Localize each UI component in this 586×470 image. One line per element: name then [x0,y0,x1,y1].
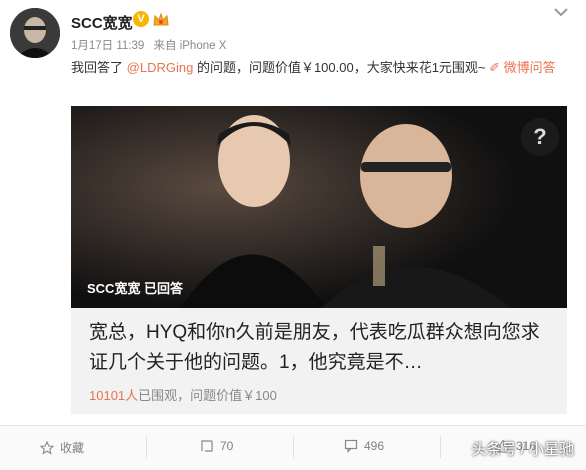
divider [440,436,441,458]
star-icon [40,440,54,455]
verified-icon: V [133,11,149,27]
card-photo[interactable]: ? SCC宽宽 已回答 [71,106,567,308]
repost-button[interactable]: 70 [200,439,233,453]
photo-caption: SCC宽宽 已回答 [87,281,184,296]
question-text[interactable]: 宽总，HYQ和你n久前是朋友，代表吃瓜群众想向您求证几个关于他的问题。1，他究竟… [89,318,555,378]
divider [146,436,147,458]
comment-button[interactable]: 496 [344,439,384,453]
post-meta: 1月17日 11:39 来自 iPhone X [71,37,232,53]
post-source[interactable]: 来自 iPhone X [154,40,227,52]
crown-icon[interactable] [152,12,170,28]
viewer-count: 10101人 [89,388,139,403]
comment-icon [344,439,358,453]
repost-icon [201,440,213,452]
question-icon[interactable]: ? [521,118,559,156]
watermark: 头条号 / 小星驰 [471,441,574,458]
post-text-suffix: 的问题，问题价值￥100.00，大家快来花1元围观~ [196,60,486,75]
divider [293,436,294,458]
comment-count: 496 [364,439,385,453]
avatar[interactable] [10,8,60,58]
card-stats: 10101人已围观，问题价值￥100 [89,385,277,404]
viewer-suffix: 已围观，问题价值￥100 [138,388,277,403]
mention-link[interactable]: @LDRGing [127,60,194,75]
qa-card[interactable]: ? SCC宽宽 已回答 宽总，HYQ和你n久前是朋友，代表吃瓜群众想向您求证几个… [71,106,567,414]
post-text-prefix: 我回答了 [71,60,124,75]
favorite-label: 收藏 [60,441,85,455]
username[interactable]: SCC宽宽 [71,12,133,33]
repost-count: 70 [220,439,234,453]
weibo-qa-link[interactable]: ✐ 微博问答 [489,60,556,75]
post-time[interactable]: 1月17日 11:39 [71,40,144,52]
dropdown-icon[interactable] [552,6,570,18]
post-text: 我回答了 @LDRGing 的问题，问题价值￥100.00，大家快来花1元围观~… [71,57,576,79]
favorite-button[interactable]: 收藏 [40,439,84,456]
